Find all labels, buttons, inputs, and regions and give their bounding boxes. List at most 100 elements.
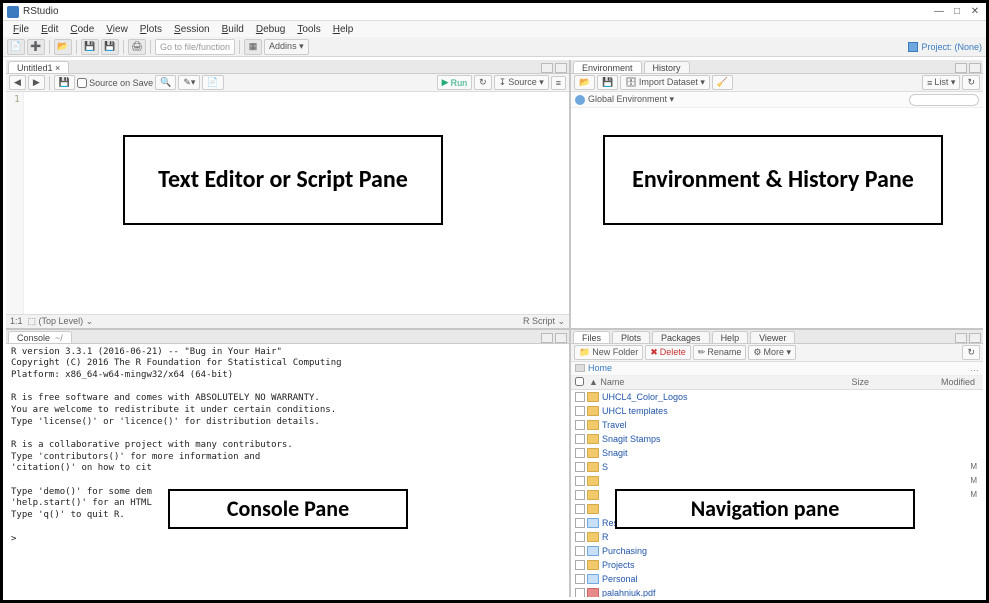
tab-environment[interactable]: Environment: [573, 61, 642, 73]
tab-plots[interactable]: Plots: [612, 331, 650, 343]
source-report-button[interactable]: 📄: [202, 75, 223, 90]
source-back-button[interactable]: ◀: [9, 75, 26, 90]
menu-debug[interactable]: Debug: [250, 24, 291, 35]
env-maximize-icon[interactable]: [969, 63, 981, 73]
file-name[interactable]: Personal: [602, 574, 809, 584]
breadcrumb-home[interactable]: Home: [588, 363, 612, 373]
delete-button[interactable]: ✖ Delete: [645, 345, 691, 360]
menu-build[interactable]: Build: [216, 24, 250, 35]
files-refresh-button[interactable]: ↻: [962, 345, 980, 360]
new-file-button[interactable]: 📄: [7, 39, 25, 55]
grid-view-button[interactable]: ▦: [244, 39, 262, 55]
menu-file[interactable]: File: [7, 24, 35, 35]
file-name[interactable]: Travel: [602, 420, 809, 430]
close-button[interactable]: ✕: [968, 6, 982, 17]
minimize-button[interactable]: —: [932, 6, 946, 17]
source-minimize-icon[interactable]: [541, 63, 553, 73]
source-on-save-checkbox[interactable]: Source on Save: [77, 78, 153, 88]
env-view-list-button[interactable]: ≡ List ▾: [922, 75, 960, 90]
file-checkbox[interactable]: [575, 546, 585, 556]
file-checkbox[interactable]: [575, 560, 585, 570]
source-outline-button[interactable]: ≡: [551, 76, 566, 90]
print-button[interactable]: 🖨: [128, 39, 146, 55]
file-name[interactable]: Snagit: [602, 448, 809, 458]
path-more-icon[interactable]: …: [970, 363, 979, 373]
project-menu[interactable]: Project: (None): [908, 42, 982, 52]
file-checkbox[interactable]: [575, 490, 585, 500]
console-minimize-icon[interactable]: [541, 333, 553, 343]
tab-viewer[interactable]: Viewer: [750, 331, 795, 343]
col-name[interactable]: ▲ Name: [589, 377, 809, 387]
file-name[interactable]: UHCL4_Color_Logos: [602, 392, 809, 402]
file-name[interactable]: palahniuk.pdf: [602, 588, 809, 598]
environment-scope-dropdown[interactable]: Global Environment ▾: [588, 94, 674, 105]
menu-edit[interactable]: Edit: [35, 24, 64, 35]
source-save-button[interactable]: 💾: [54, 75, 75, 90]
file-checkbox[interactable]: [575, 588, 585, 598]
file-checkbox[interactable]: [575, 574, 585, 584]
goto-file-function-input[interactable]: Go to file/function: [155, 39, 235, 55]
files-minimize-icon[interactable]: [955, 333, 967, 343]
file-checkbox[interactable]: [575, 420, 585, 430]
new-folder-button[interactable]: 📁 New Folder: [574, 345, 643, 360]
file-name[interactable]: Snagit Stamps: [602, 434, 809, 444]
import-dataset-button[interactable]: 🗄 Import Dataset ▾: [620, 75, 709, 90]
new-project-button[interactable]: ➕: [27, 39, 45, 55]
source-find-button[interactable]: 🔍: [155, 75, 176, 90]
file-name[interactable]: Projects: [602, 560, 809, 570]
file-name[interactable]: R: [602, 532, 809, 542]
rerun-button[interactable]: ↻: [474, 75, 492, 90]
col-modified[interactable]: Modified: [869, 377, 979, 387]
file-checkbox[interactable]: [575, 504, 585, 514]
file-checkbox[interactable]: [575, 434, 585, 444]
rename-button[interactable]: ✏ Rename: [693, 345, 747, 360]
tab-packages[interactable]: Packages: [652, 331, 710, 343]
tab-history[interactable]: History: [644, 61, 690, 73]
home-icon[interactable]: [575, 364, 585, 372]
col-size[interactable]: Size: [809, 377, 869, 387]
menu-session[interactable]: Session: [168, 24, 216, 35]
source-maximize-icon[interactable]: [555, 63, 567, 73]
file-checkbox[interactable]: [575, 532, 585, 542]
menu-plots[interactable]: Plots: [134, 24, 168, 35]
source-button[interactable]: ↧ Source ▾: [494, 75, 549, 90]
menu-code[interactable]: Code: [64, 24, 100, 35]
maximize-button[interactable]: □: [950, 6, 964, 17]
run-button[interactable]: ▶ Run: [437, 75, 472, 90]
file-checkbox[interactable]: [575, 462, 585, 472]
menu-view[interactable]: View: [100, 24, 134, 35]
source-forward-button[interactable]: ▶: [28, 75, 45, 90]
file-name[interactable]: Purchasing: [602, 546, 809, 556]
scope-indicator[interactable]: ⬚ (Top Level) ⌄: [28, 316, 94, 327]
save-all-button[interactable]: 💾: [101, 39, 119, 55]
addins-dropdown[interactable]: Addins ▾: [264, 39, 309, 55]
file-checkbox[interactable]: [575, 406, 585, 416]
more-button[interactable]: ⚙ More ▾: [748, 345, 796, 360]
console-output[interactable]: R version 3.3.1 (2016-06-21) -- "Bug in …: [6, 344, 569, 598]
file-checkbox[interactable]: [575, 518, 585, 528]
tab-files[interactable]: Files: [573, 331, 610, 343]
menu-help[interactable]: Help: [327, 24, 360, 35]
files-maximize-icon[interactable]: [969, 333, 981, 343]
console-maximize-icon[interactable]: [555, 333, 567, 343]
env-search-input[interactable]: [909, 94, 979, 106]
file-name[interactable]: S: [602, 462, 809, 472]
env-minimize-icon[interactable]: [955, 63, 967, 73]
file-name[interactable]: UHCL templates: [602, 406, 809, 416]
file-checkbox[interactable]: [575, 448, 585, 458]
menu-tools[interactable]: Tools: [291, 24, 326, 35]
source-wand-button[interactable]: ✎▾: [178, 75, 200, 90]
open-file-button[interactable]: 📂: [54, 39, 72, 55]
env-load-button[interactable]: 📂: [574, 75, 595, 90]
source-tab-untitled1[interactable]: Untitled1 ×: [8, 61, 69, 73]
env-save-button[interactable]: 💾: [597, 75, 618, 90]
file-type-indicator[interactable]: R Script ⌄: [523, 316, 565, 327]
save-button[interactable]: 💾: [81, 39, 99, 55]
file-checkbox[interactable]: [575, 392, 585, 402]
env-refresh-button[interactable]: ↻: [962, 75, 980, 90]
tab-help[interactable]: Help: [712, 331, 749, 343]
tab-console[interactable]: Console ~/: [8, 331, 72, 343]
env-clear-button[interactable]: 🧹: [712, 75, 733, 90]
file-checkbox[interactable]: [575, 476, 585, 486]
select-all-checkbox[interactable]: [575, 377, 584, 386]
